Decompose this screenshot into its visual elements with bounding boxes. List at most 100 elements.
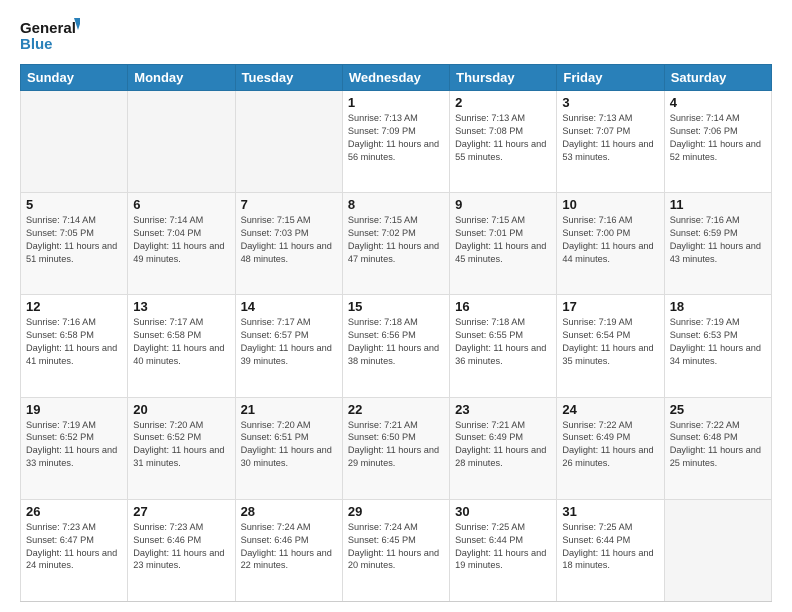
day-info: Sunrise: 7:19 AMSunset: 6:53 PMDaylight:… [670,316,766,368]
day-info: Sunrise: 7:25 AMSunset: 6:44 PMDaylight:… [562,521,658,573]
day-number: 7 [241,197,337,212]
calendar-cell: 12 Sunrise: 7:16 AMSunset: 6:58 PMDayligh… [21,295,128,397]
day-number: 9 [455,197,551,212]
day-number: 5 [26,197,122,212]
day-number: 2 [455,95,551,110]
calendar-cell: 26 Sunrise: 7:23 AMSunset: 6:47 PMDayligh… [21,499,128,601]
calendar-cell: 23Sunrise: 7:21 AMSunset: 6:49 PMDayligh… [450,397,557,499]
calendar-cell: 11 Sunrise: 7:16 AMSunset: 6:59 PMDayligh… [664,193,771,295]
calendar-cell: 31 Sunrise: 7:25 AMSunset: 6:44 PMDayligh… [557,499,664,601]
calendar-cell: 10 Sunrise: 7:16 AMSunset: 7:00 PMDayligh… [557,193,664,295]
day-number: 21 [241,402,337,417]
calendar-cell: 17 Sunrise: 7:19 AMSunset: 6:54 PMDayligh… [557,295,664,397]
day-number: 6 [133,197,229,212]
day-info: Sunrise: 7:19 AMSunset: 6:52 PMDaylight:… [26,419,122,471]
week-row-3: 12 Sunrise: 7:16 AMSunset: 6:58 PMDayligh… [21,295,772,397]
day-info: Sunrise: 7:14 AMSunset: 7:06 PMDaylight:… [670,112,766,164]
day-info: Sunrise: 7:24 AMSunset: 6:45 PMDaylight:… [348,521,444,573]
day-info: Sunrise: 7:14 AMSunset: 7:04 PMDaylight:… [133,214,229,266]
day-info: Sunrise: 7:21 AMSunset: 6:49 PMDaylight:… [455,419,551,471]
calendar-cell: 9 Sunrise: 7:15 AMSunset: 7:01 PMDaylight… [450,193,557,295]
week-row-1: 1 Sunrise: 7:13 AMSunset: 7:09 PMDaylight… [21,91,772,193]
calendar-cell: 30 Sunrise: 7:25 AMSunset: 6:44 PMDayligh… [450,499,557,601]
calendar-cell: 4 Sunrise: 7:14 AMSunset: 7:06 PMDaylight… [664,91,771,193]
weekday-header-sunday: Sunday [21,65,128,91]
day-info: Sunrise: 7:13 AMSunset: 7:07 PMDaylight:… [562,112,658,164]
day-number: 1 [348,95,444,110]
day-info: Sunrise: 7:13 AMSunset: 7:09 PMDaylight:… [348,112,444,164]
day-number: 22 [348,402,444,417]
day-number: 8 [348,197,444,212]
day-number: 12 [26,299,122,314]
day-number: 25 [670,402,766,417]
calendar-cell: 28 Sunrise: 7:24 AMSunset: 6:46 PMDayligh… [235,499,342,601]
calendar-table: SundayMondayTuesdayWednesdayThursdayFrid… [20,64,772,602]
day-number: 15 [348,299,444,314]
day-info: Sunrise: 7:21 AMSunset: 6:50 PMDaylight:… [348,419,444,471]
week-row-2: 5 Sunrise: 7:14 AMSunset: 7:05 PMDaylight… [21,193,772,295]
calendar-cell: 21Sunrise: 7:20 AMSunset: 6:51 PMDayligh… [235,397,342,499]
calendar-cell: 13Sunrise: 7:17 AMSunset: 6:58 PMDayligh… [128,295,235,397]
day-info: Sunrise: 7:16 AMSunset: 7:00 PMDaylight:… [562,214,658,266]
calendar-cell: 20 Sunrise: 7:20 AMSunset: 6:52 PMDayligh… [128,397,235,499]
day-number: 24 [562,402,658,417]
day-info: Sunrise: 7:16 AMSunset: 6:59 PMDaylight:… [670,214,766,266]
calendar-cell: 2 Sunrise: 7:13 AMSunset: 7:08 PMDaylight… [450,91,557,193]
calendar-cell: 7 Sunrise: 7:15 AMSunset: 7:03 PMDaylight… [235,193,342,295]
calendar-cell [128,91,235,193]
day-info: Sunrise: 7:18 AMSunset: 6:56 PMDaylight:… [348,316,444,368]
calendar-cell: 19 Sunrise: 7:19 AMSunset: 6:52 PMDayligh… [21,397,128,499]
day-info: Sunrise: 7:23 AMSunset: 6:47 PMDaylight:… [26,521,122,573]
day-number: 30 [455,504,551,519]
day-info: Sunrise: 7:18 AMSunset: 6:55 PMDaylight:… [455,316,551,368]
day-info: Sunrise: 7:17 AMSunset: 6:58 PMDaylight:… [133,316,229,368]
day-number: 4 [670,95,766,110]
calendar-cell: 15 Sunrise: 7:18 AMSunset: 6:56 PMDayligh… [342,295,449,397]
calendar-cell: 16 Sunrise: 7:18 AMSunset: 6:55 PMDayligh… [450,295,557,397]
svg-text:General: General [20,20,76,37]
day-info: Sunrise: 7:24 AMSunset: 6:46 PMDaylight:… [241,521,337,573]
day-info: Sunrise: 7:25 AMSunset: 6:44 PMDaylight:… [455,521,551,573]
day-info: Sunrise: 7:13 AMSunset: 7:08 PMDaylight:… [455,112,551,164]
weekday-header-row: SundayMondayTuesdayWednesdayThursdayFrid… [21,65,772,91]
day-info: Sunrise: 7:20 AMSunset: 6:52 PMDaylight:… [133,419,229,471]
day-number: 20 [133,402,229,417]
calendar-cell: 18 Sunrise: 7:19 AMSunset: 6:53 PMDayligh… [664,295,771,397]
week-row-4: 19 Sunrise: 7:19 AMSunset: 6:52 PMDayligh… [21,397,772,499]
day-number: 16 [455,299,551,314]
svg-text:Blue: Blue [20,36,53,53]
week-row-5: 26 Sunrise: 7:23 AMSunset: 6:47 PMDayligh… [21,499,772,601]
calendar-cell: 14Sunrise: 7:17 AMSunset: 6:57 PMDayligh… [235,295,342,397]
day-number: 29 [348,504,444,519]
day-info: Sunrise: 7:15 AMSunset: 7:01 PMDaylight:… [455,214,551,266]
calendar-cell: 5 Sunrise: 7:14 AMSunset: 7:05 PMDaylight… [21,193,128,295]
calendar-cell: 25Sunrise: 7:22 AMSunset: 6:48 PMDayligh… [664,397,771,499]
calendar-cell [21,91,128,193]
day-info: Sunrise: 7:19 AMSunset: 6:54 PMDaylight:… [562,316,658,368]
day-number: 27 [133,504,229,519]
day-info: Sunrise: 7:14 AMSunset: 7:05 PMDaylight:… [26,214,122,266]
day-number: 18 [670,299,766,314]
calendar-cell [664,499,771,601]
day-number: 10 [562,197,658,212]
day-number: 26 [26,504,122,519]
day-info: Sunrise: 7:22 AMSunset: 6:49 PMDaylight:… [562,419,658,471]
calendar-cell: 6 Sunrise: 7:14 AMSunset: 7:04 PMDaylight… [128,193,235,295]
day-info: Sunrise: 7:15 AMSunset: 7:02 PMDaylight:… [348,214,444,266]
calendar-cell: 29 Sunrise: 7:24 AMSunset: 6:45 PMDayligh… [342,499,449,601]
weekday-header-thursday: Thursday [450,65,557,91]
weekday-header-wednesday: Wednesday [342,65,449,91]
day-number: 28 [241,504,337,519]
day-number: 19 [26,402,122,417]
day-info: Sunrise: 7:15 AMSunset: 7:03 PMDaylight:… [241,214,337,266]
calendar-cell: 1 Sunrise: 7:13 AMSunset: 7:09 PMDaylight… [342,91,449,193]
day-number: 11 [670,197,766,212]
calendar-cell: 22 Sunrise: 7:21 AMSunset: 6:50 PMDayligh… [342,397,449,499]
calendar-cell: 8 Sunrise: 7:15 AMSunset: 7:02 PMDaylight… [342,193,449,295]
weekday-header-friday: Friday [557,65,664,91]
day-number: 14 [241,299,337,314]
header: General Blue [20,16,772,54]
day-number: 31 [562,504,658,519]
day-number: 17 [562,299,658,314]
day-info: Sunrise: 7:16 AMSunset: 6:58 PMDaylight:… [26,316,122,368]
